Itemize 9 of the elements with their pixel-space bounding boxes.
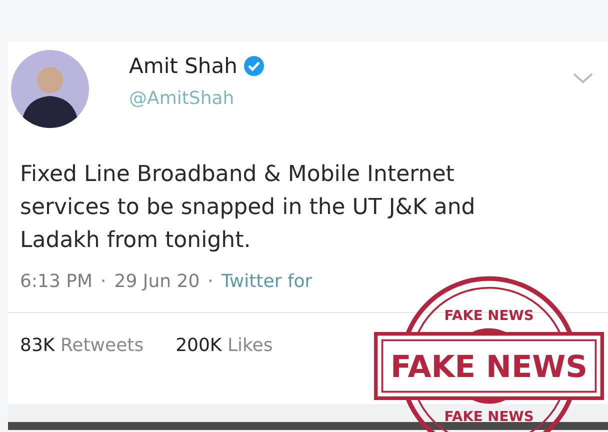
tweet-time: 6:13 PM: [20, 271, 93, 292]
separator-dot: ·: [208, 271, 214, 292]
tweet-date: 29 Jun 20: [114, 271, 200, 292]
tweet-text: Fixed Line Broadband & Mobile Internet services to be snapped in the UT J&K and Ladakh from tonight.: [20, 161, 476, 255]
fake-news-stamp: FAKE NEWS FAKE NEWS FAKE NEWS: [374, 274, 604, 432]
stat-link[interactable]: 83K Retweets: [20, 335, 144, 356]
stat-link[interactable]: 200K Likes: [176, 335, 273, 356]
author-name[interactable]: Amit Shah: [129, 54, 238, 78]
separator-dot: ·: [100, 271, 106, 292]
